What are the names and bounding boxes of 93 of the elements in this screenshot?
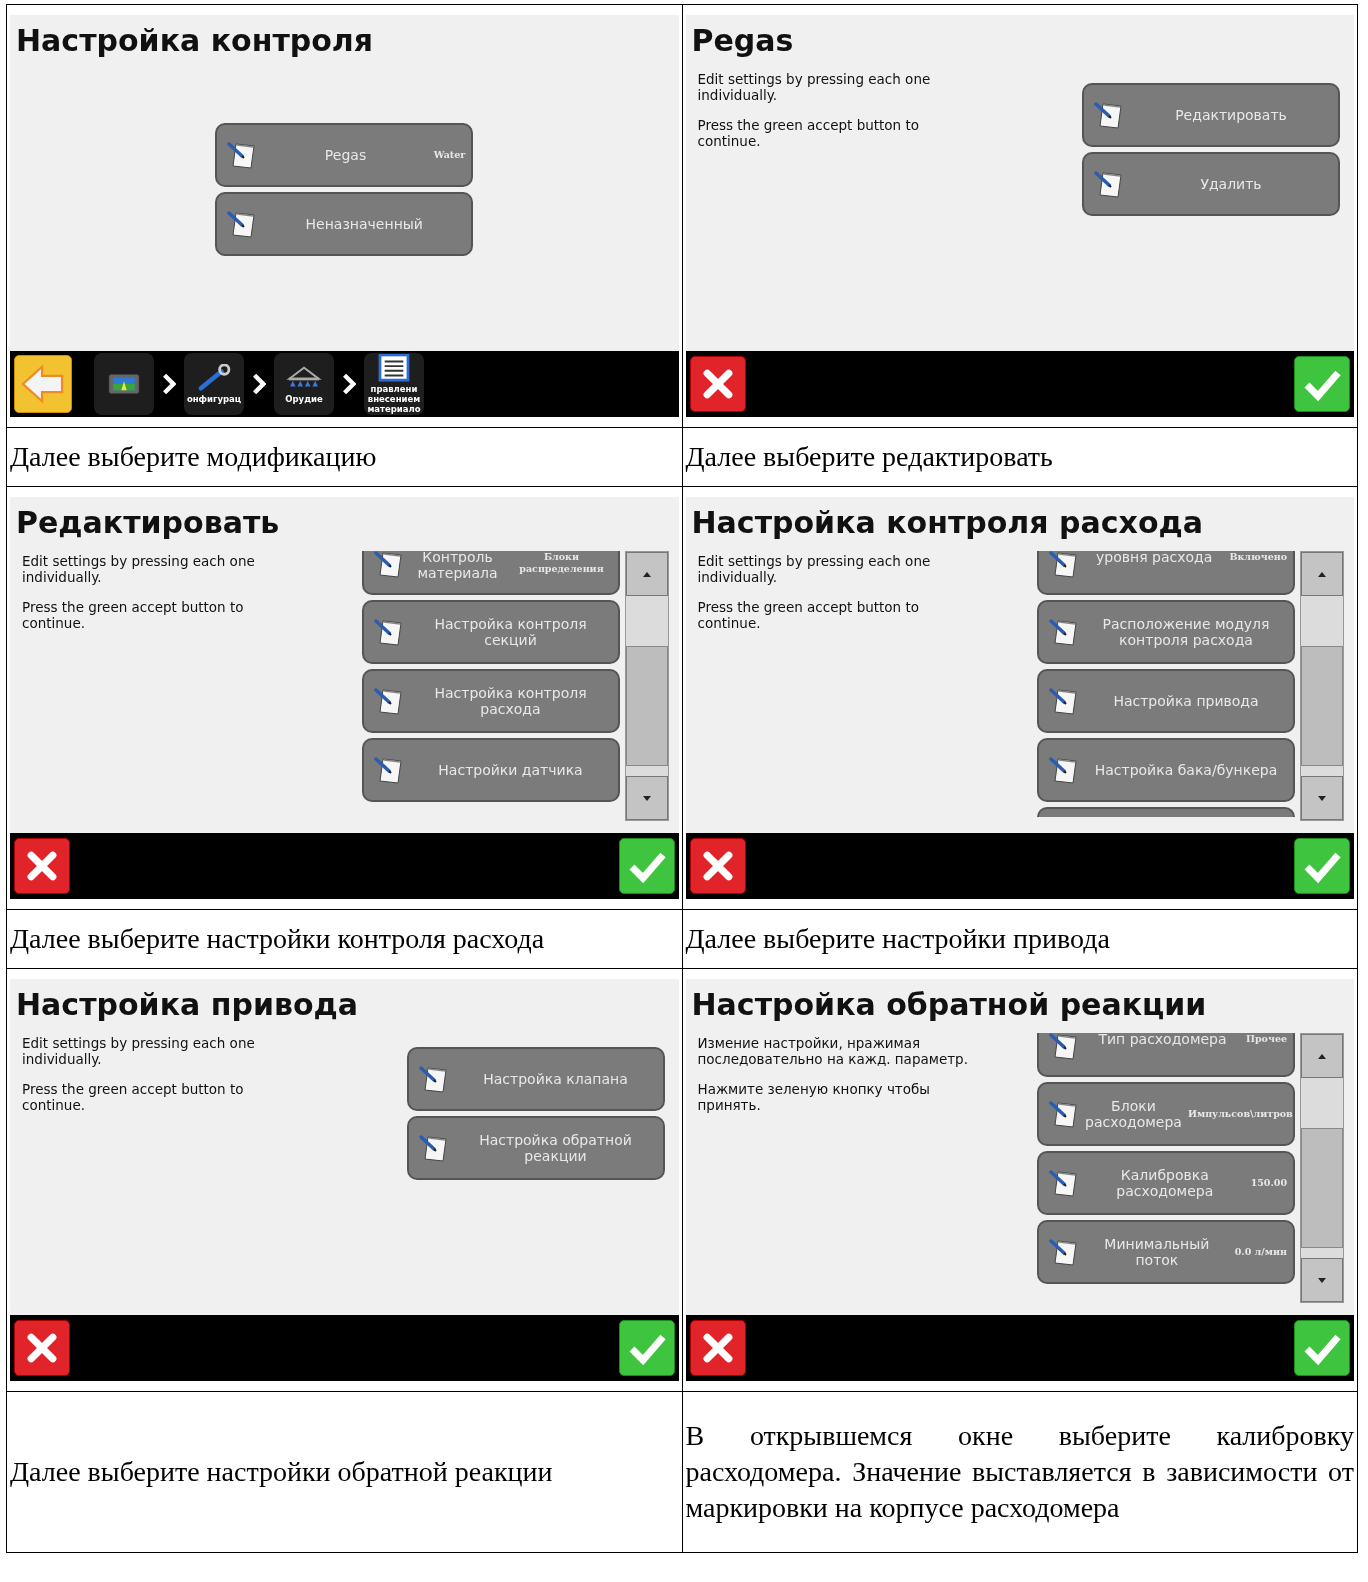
setting-button[interactable]: Настройка контроля секций [361,600,620,664]
scroll-down-button[interactable] [1301,1258,1343,1302]
setting-button[interactable]: Неназначенный [215,191,474,256]
scrollbar[interactable] [1300,551,1344,821]
scrollbar-thumb[interactable] [1301,646,1343,766]
down-arrow-icon [1318,795,1326,801]
notepad-pen-icon [373,617,404,647]
notepad-pen-icon [1049,755,1079,785]
screen-title: Pegas [690,22,795,60]
setting-button[interactable]: Настройка контроля расхода [361,669,620,733]
chevron-right-icon [162,373,176,395]
instruction-text: Press the green accept button to continue. [697,117,920,149]
setting-button[interactable]: Калибровка расходомера 150.00 [1037,1151,1295,1215]
screen-title: Настройка обратной реакции [690,986,1208,1024]
notepad-pen-icon [1049,1168,1079,1198]
breadcrumb-button[interactable]: правлени внесением материало [364,353,424,415]
setting-button[interactable]: Настройка клапана [406,1047,665,1111]
instruction-text: Edit settings by pressing each one individually. [22,553,256,585]
scroll-up-button[interactable] [625,552,668,596]
caption-text: Далее выберите редактировать [684,440,1054,474]
cancel-button[interactable] [14,1320,70,1376]
setting-button[interactable]: Настройка обратной реакции [406,1116,665,1180]
screen-title: Редактировать [15,504,281,542]
scroll-up-button[interactable] [1301,552,1343,596]
cancel-button[interactable] [689,838,746,894]
scroll-down-button[interactable] [1301,776,1343,820]
down-arrow-icon [1318,1277,1326,1283]
screen-title: Настройка контроля расхода [690,504,1204,542]
setting-button[interactable]: Тип расходомера Прочее [1037,1033,1295,1077]
instruction-text: Нажмите зеленую кнопку чтобы принять. [697,1081,931,1113]
breadcrumb-button[interactable]: Орудие [274,353,334,415]
up-arrow-icon [642,571,651,577]
notepad-pen-icon [1094,100,1124,130]
caption-text: Далее выберите настройки привода [684,922,1111,956]
accept-button[interactable] [618,838,675,894]
instruction-text: Press the green accept button to continue. [697,599,920,631]
notepad-pen-icon [1049,1237,1079,1267]
caption-text: Далее выберите настройки контроля расхода [9,922,546,956]
scrollbar[interactable] [624,551,669,821]
cancel-button[interactable] [689,1320,746,1376]
chevron-right-icon [252,373,266,395]
setting-button[interactable]: Расположение модуля контроля расхода [1037,600,1295,664]
scrollbar-thumb[interactable] [1301,1128,1343,1248]
setting-button[interactable]: Редактировать [1082,83,1340,147]
screen-title: Настройка контроля [15,22,375,60]
scrollbar[interactable] [1300,1033,1344,1303]
notepad-pen-icon [1049,1099,1079,1129]
down-arrow-icon [642,795,651,801]
setting-button[interactable]: Минимальный поток 0.0 л/мин [1037,1220,1295,1284]
scrollbar-thumb[interactable] [625,646,668,766]
instruction-text: Измение настройки, нражимая последовательно на кажд. параметр. [697,1035,969,1067]
notepad-pen-icon [227,208,258,239]
setting-button[interactable]: Настройка бака/бункера [1037,738,1295,802]
notepad-pen-icon [373,686,404,716]
notepad-pen-icon [1049,686,1079,716]
notepad-pen-icon [373,551,404,579]
notepad-pen-icon [1049,1033,1079,1061]
scroll-up-button[interactable] [1301,1034,1343,1078]
notepad-pen-icon [373,755,404,785]
accept-button[interactable] [618,1320,675,1376]
display-button[interactable] [94,353,154,415]
breadcrumb-button[interactable]: онфигурац [184,353,244,415]
close-icon [24,1330,60,1366]
instruction-text: Edit settings by pressing each one individually. [22,1035,256,1067]
notepad-pen-icon [1049,617,1079,647]
caption-text: Далее выберите модификацию [9,440,378,474]
notepad-pen-icon [418,1133,449,1163]
setting-button[interactable]: Настройка привода [1037,669,1295,733]
chevron-right-icon [342,373,356,395]
notepad-pen-icon [418,1064,449,1094]
notepad-pen-icon [1094,169,1124,199]
setting-button[interactable]: Удалить [1082,152,1340,216]
caption-text: Далее выберите настройки обратной реакции [9,1455,554,1489]
instruction-text: Press the green accept button to continue. [22,1081,245,1113]
notepad-pen-icon [1049,551,1079,579]
screen-title: Настройка привода [15,986,359,1024]
cancel-button[interactable] [689,356,746,412]
caption-text: В открывшемся окне выберите калибровку расходомера. Значение выставляется в зависимости от маркировки на корпусе расходомера [684,1419,1355,1525]
instruction-text: Press the green accept button to continue. [22,599,245,631]
scroll-down-button[interactable] [625,776,668,820]
notepad-pen-icon [227,139,258,170]
setting-button[interactable]: Pegas Water [215,122,474,187]
up-arrow-icon [1318,1053,1326,1059]
left-arrow-icon [20,364,66,404]
up-arrow-icon [1318,571,1326,577]
setting-button[interactable]: Настройки датчика [361,738,620,802]
cancel-button[interactable] [14,838,70,894]
instruction-text: Edit settings by pressing each one individually. [697,553,932,585]
setting-button[interactable]: Контроль материала Блоки распределения [361,551,620,595]
close-icon [24,848,60,884]
back-button[interactable] [14,355,72,413]
instruction-text: Edit settings by pressing each one individually. [697,71,932,103]
setting-button[interactable]: уровня расхода Включено [1037,551,1295,595]
